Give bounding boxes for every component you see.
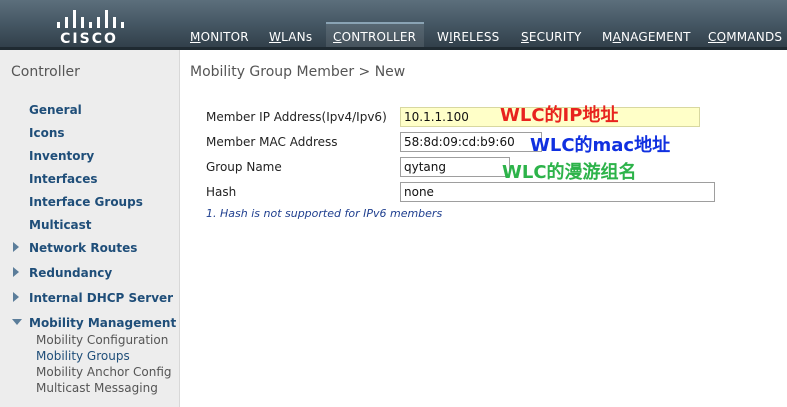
nav-wireless[interactable]: WIRELESS <box>437 30 499 44</box>
sidebar-item-icons[interactable]: Icons <box>29 126 65 140</box>
sidebar-item-multicast[interactable]: Multicast <box>29 218 92 232</box>
cisco-bars-icon <box>57 6 124 28</box>
hash-footnote: 1. Hash is not supported for IPv6 member… <box>206 207 443 220</box>
nav-management[interactable]: MANAGEMENT <box>602 30 691 44</box>
annotation-group: WLC的漫游组名 <box>502 162 637 183</box>
hash-label: Hash <box>206 185 237 199</box>
expand-arrow-icon[interactable] <box>13 292 19 302</box>
member-mac-input[interactable]: 58:8d:09:cd:b9:60 <box>400 132 542 152</box>
sidebar-item-internal-dhcp-server[interactable]: Internal DHCP Server <box>29 291 173 305</box>
nav-monitor[interactable]: MONITOR <box>190 30 249 44</box>
sidebar-item-interface-groups[interactable]: Interface Groups <box>29 195 143 209</box>
sidebar-subitem-multicast-messaging[interactable]: Multicast Messaging <box>36 381 158 395</box>
expand-arrow-icon[interactable] <box>13 242 19 252</box>
sidebar-title: Controller <box>11 64 80 80</box>
sidebar-item-network-routes[interactable]: Network Routes <box>29 241 137 255</box>
top-header: CISCO MONITOR WLANs CONTROLLER WIRELESS … <box>0 0 787 50</box>
annotation-ip: WLC的IP地址 <box>500 105 619 126</box>
nav-wlans[interactable]: WLANs <box>269 30 312 44</box>
expand-arrow-icon[interactable] <box>13 267 19 277</box>
sidebar-item-inventory[interactable]: Inventory <box>29 149 94 163</box>
nav-security[interactable]: SECURITY <box>521 30 582 44</box>
group-name-input[interactable]: qytang <box>400 157 510 177</box>
sidebar-item-mobility-management[interactable]: Mobility Management <box>29 316 176 330</box>
page-title: Mobility Group Member > New <box>190 64 406 80</box>
nav-commands[interactable]: COMMANDS <box>708 30 782 44</box>
sidebar-subitem-mobility-anchor-config[interactable]: Mobility Anchor Config <box>36 365 172 379</box>
group-name-label: Group Name <box>206 160 282 174</box>
annotation-mac: WLC的mac地址 <box>530 135 671 156</box>
nav-controller[interactable]: CONTROLLER <box>333 30 416 44</box>
member-mac-label: Member MAC Address <box>206 135 338 149</box>
collapse-arrow-icon[interactable] <box>12 319 22 325</box>
cisco-logo: CISCO <box>53 5 125 47</box>
member-ip-label: Member IP Address(Ipv4/Ipv6) <box>206 110 387 124</box>
sidebar-subitem-mobility-groups[interactable]: Mobility Groups <box>36 349 130 363</box>
sidebar-item-general[interactable]: General <box>29 103 82 117</box>
sidebar-subitem-mobility-configuration[interactable]: Mobility Configuration <box>36 333 168 347</box>
hash-input[interactable]: none <box>400 182 715 202</box>
sidebar-item-interfaces[interactable]: Interfaces <box>29 172 98 186</box>
cisco-logo-text: CISCO <box>60 31 118 47</box>
sidebar-item-redundancy[interactable]: Redundancy <box>29 266 112 280</box>
